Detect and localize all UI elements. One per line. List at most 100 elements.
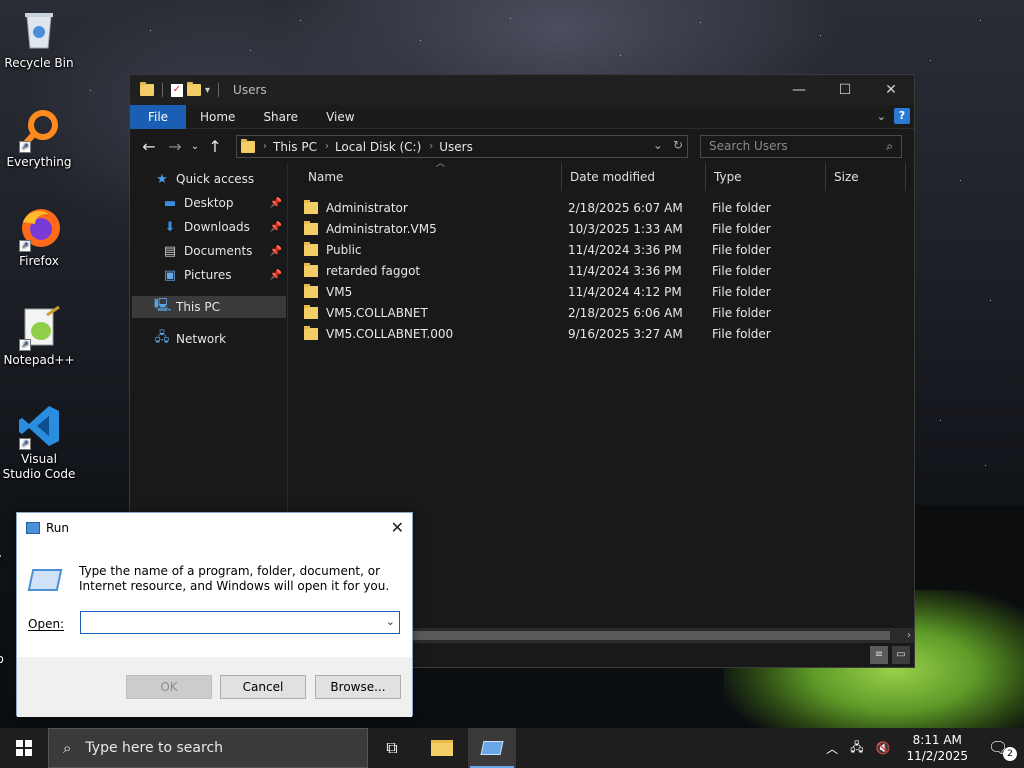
forward-button[interactable]: →	[162, 137, 188, 156]
taskbar-search-box[interactable]: ⌕ Type here to search	[48, 728, 368, 768]
network-icon[interactable]: 🖧	[850, 738, 863, 759]
shortcut-arrow-icon: ↗	[19, 438, 31, 450]
table-row[interactable]: Public 11/4/2024 3:36 PM File folder	[304, 239, 864, 260]
run-command-input[interactable]: ⌄	[80, 611, 400, 634]
nav-this-pc[interactable]: 🖳 This PC	[132, 296, 286, 318]
properties-icon[interactable]: ✓	[171, 83, 183, 97]
table-row[interactable]: Administrator.VM5 10/3/2025 1:33 AM File…	[304, 218, 864, 239]
search-icon: ⌕	[63, 739, 72, 757]
nav-label: Pictures	[184, 268, 232, 282]
desktop-icon-vscode[interactable]: ↗ Visual Studio Code	[1, 404, 77, 482]
row-type: File folder	[712, 305, 771, 320]
desktop-icon-label: Recycle Bin	[4, 56, 74, 70]
desktop-icon-everything[interactable]: ↗ Everything	[1, 107, 77, 170]
system-tray: ︿ 🖧 🔇 8:11 AM 11/2/2025 🗨 2	[820, 728, 1024, 768]
run-close-button[interactable]: ✕	[391, 518, 404, 537]
firefox-icon: ↗	[17, 206, 61, 252]
search-box[interactable]: Search Users ⌕	[700, 135, 902, 158]
breadcrumb-local-disk[interactable]: Local Disk (C:)	[335, 140, 421, 154]
column-label: Size	[834, 170, 859, 184]
pin-icon: 📌	[269, 197, 282, 209]
recent-locations-chevron-icon[interactable]: ⌄	[188, 141, 202, 152]
row-date: 2/18/2025 6:06 AM	[568, 305, 683, 320]
shortcut-arrow-icon: ↗	[19, 339, 31, 351]
volume-muted-icon[interactable]: 🔇	[876, 741, 891, 755]
desktop-icon-label: Firefox	[19, 254, 59, 268]
minimize-button[interactable]: —	[776, 75, 822, 105]
action-center-button[interactable]: 🗨 2	[988, 738, 1017, 761]
nav-network[interactable]: 🖧 Network	[154, 328, 310, 350]
up-button[interactable]: ↑	[202, 137, 228, 156]
row-type: File folder	[712, 242, 771, 257]
row-date: 11/4/2024 3:36 PM	[568, 263, 682, 278]
start-button[interactable]	[0, 728, 48, 768]
back-button[interactable]: ←	[136, 137, 162, 156]
folder-icon	[304, 325, 318, 340]
table-row[interactable]: VM5 11/4/2024 4:12 PM File folder	[304, 281, 864, 302]
run-title-bar[interactable]: Run ✕	[17, 513, 412, 543]
customize-toolbar-icon[interactable]: ▾	[205, 85, 210, 96]
expand-ribbon-icon[interactable]: ⌄	[877, 110, 886, 123]
new-folder-icon[interactable]	[187, 82, 201, 96]
tab-file[interactable]: File	[130, 104, 186, 129]
cancel-button[interactable]: Cancel	[220, 675, 306, 699]
column-header-name[interactable]: ︿ Name	[300, 159, 562, 191]
search-placeholder: Search Users	[709, 139, 788, 153]
title-bar[interactable]: ✓ ▾ Users — ☐ ✕	[130, 75, 914, 105]
desktop-icon-label: Everything	[6, 155, 72, 169]
table-row[interactable]: VM5.COLLABNET.000 9/16/2025 3:27 AM File…	[304, 323, 864, 344]
tab-home[interactable]: Home	[186, 105, 249, 129]
show-hidden-icons-chevron-icon[interactable]: ︿	[826, 740, 838, 757]
row-name: Administrator	[326, 200, 408, 215]
address-bar[interactable]: › This PC › Local Disk (C:) › Users ⌄ ↻	[236, 135, 688, 158]
tab-share[interactable]: Share	[249, 105, 312, 129]
ok-button[interactable]: OK	[126, 675, 212, 699]
nav-label: This PC	[176, 300, 220, 314]
nav-downloads[interactable]: ⬇ Downloads 📌	[162, 216, 286, 238]
task-view-icon: ⧉	[386, 738, 398, 757]
table-row[interactable]: Administrator 2/18/2025 6:07 AM File fol…	[304, 197, 864, 218]
run-title: Run	[46, 521, 70, 535]
row-name: retarded faggot	[326, 263, 421, 278]
close-button[interactable]: ✕	[868, 75, 914, 105]
clock-time: 8:11 AM	[912, 733, 962, 747]
maximize-button[interactable]: ☐	[822, 75, 868, 105]
breadcrumb-this-pc[interactable]: This PC	[273, 140, 317, 154]
nav-pictures[interactable]: ▣ Pictures 📌	[162, 264, 286, 286]
taskbar-file-explorer[interactable]	[418, 728, 466, 768]
nav-label: Desktop	[184, 196, 234, 210]
help-icon[interactable]: ?	[894, 108, 910, 124]
navigation-bar: ← → ⌄ ↑ › This PC › Local Disk (C:) › Us…	[130, 129, 914, 163]
star-icon: ★	[156, 171, 168, 187]
browse-button[interactable]: Browse...	[315, 675, 401, 699]
task-view-button[interactable]: ⧉	[368, 728, 416, 768]
folder-icon	[241, 138, 255, 153]
refresh-icon[interactable]: ↻	[673, 138, 683, 152]
desktop-icon-firefox[interactable]: ↗ Firefox	[1, 206, 77, 269]
tab-view[interactable]: View	[312, 105, 368, 129]
nav-desktop[interactable]: ▬ Desktop 📌	[162, 192, 286, 214]
address-history-chevron-icon[interactable]: ⌄	[653, 138, 663, 152]
table-row[interactable]: retarded faggot 11/4/2024 3:36 PM File f…	[304, 260, 864, 281]
nav-documents[interactable]: ▤ Documents 📌	[162, 240, 286, 262]
chevron-down-icon[interactable]: ⌄	[386, 615, 395, 628]
column-header-date-modified[interactable]: Date modified	[562, 163, 706, 191]
large-icons-view-button[interactable]: ▭	[892, 646, 910, 664]
nav-label: Quick access	[176, 172, 255, 186]
details-view-button[interactable]: ≡	[870, 646, 888, 664]
desktop-icon-recycle-bin[interactable]: Recycle Bin	[1, 8, 77, 71]
desktop-icon-notepad-plus-plus[interactable]: ↗ Notepad++	[1, 305, 77, 368]
clock[interactable]: 8:11 AM 11/2/2025	[906, 732, 968, 764]
breadcrumb-users[interactable]: Users	[439, 140, 473, 154]
taskbar-run[interactable]	[468, 728, 516, 768]
column-header-type[interactable]: Type	[706, 163, 826, 191]
table-row[interactable]: VM5.COLLABNET 2/18/2025 6:06 AM File fol…	[304, 302, 864, 323]
column-label: Type	[714, 170, 742, 184]
desktop-icon-label: Notepad++	[3, 353, 75, 367]
column-header-size[interactable]: Size	[826, 163, 906, 191]
row-name: VM5	[326, 284, 353, 299]
run-body: Type the name of a program, folder, docu…	[17, 543, 412, 657]
scroll-right-icon[interactable]: ›	[907, 628, 911, 643]
row-type: File folder	[712, 326, 771, 341]
nav-quick-access[interactable]: ★ Quick access	[154, 168, 310, 190]
